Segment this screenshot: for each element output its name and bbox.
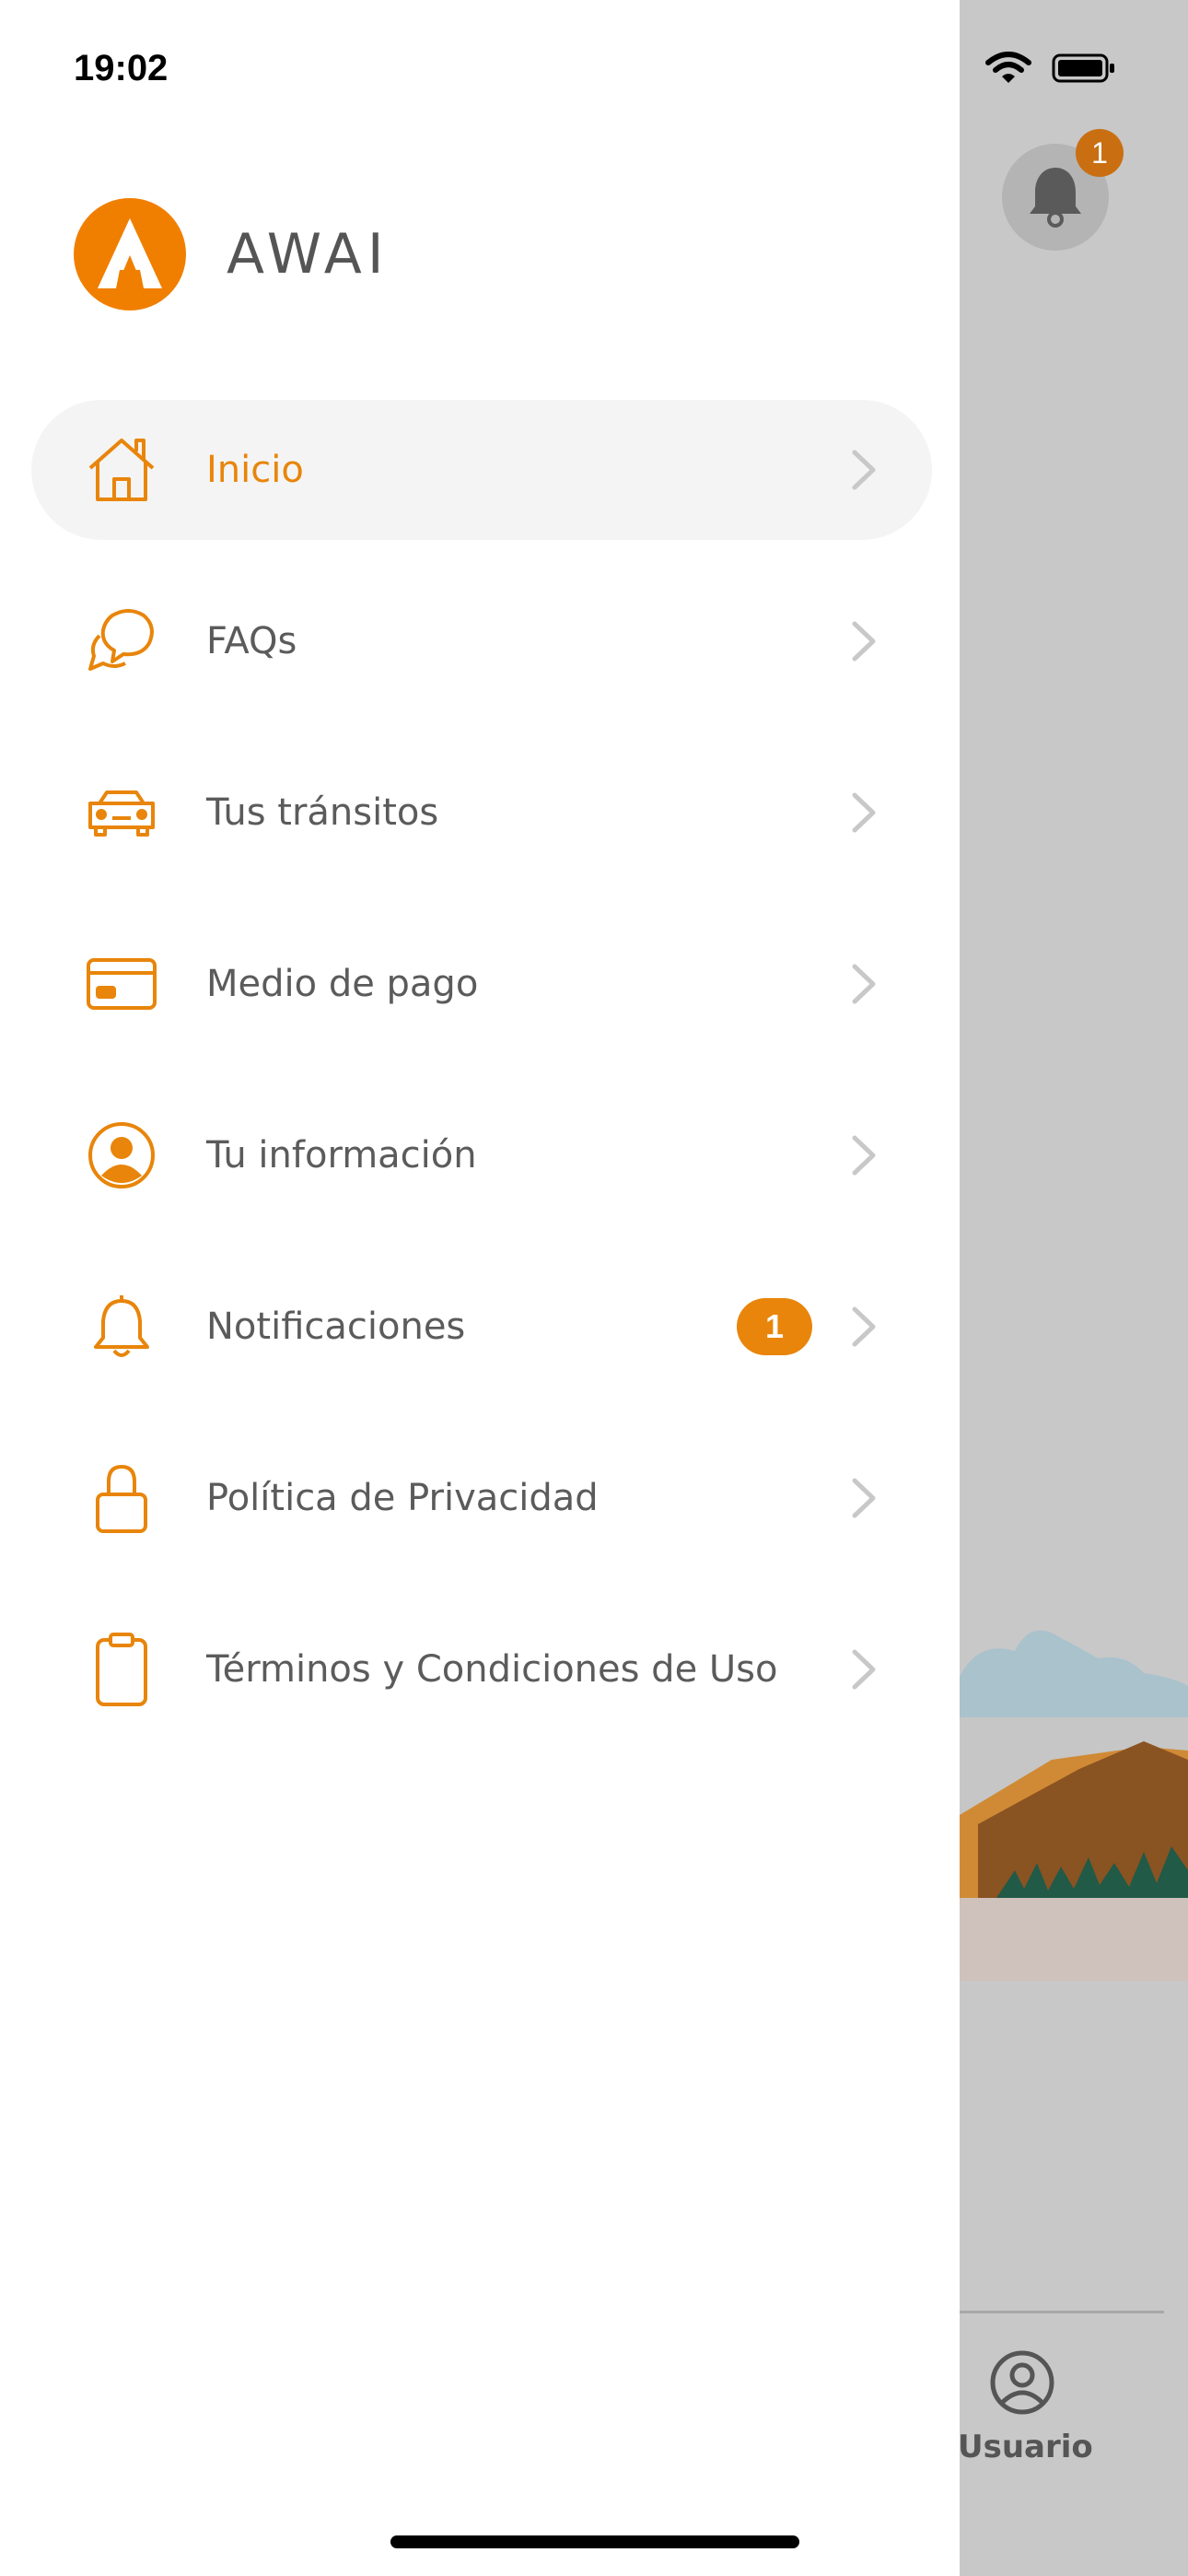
- user-circle-icon[interactable]: [987, 2348, 1057, 2418]
- bell-icon: [1030, 168, 1081, 228]
- chevron-right-icon: [852, 1135, 876, 1176]
- side-drawer: AWAI Inicio FAQs Tus tránsitos Medio de …: [0, 0, 960, 2576]
- credit-card-icon: [85, 947, 158, 1021]
- bell-icon: [85, 1290, 158, 1364]
- menu-item-tu-informacion[interactable]: Tu información: [31, 1085, 932, 1225]
- notification-count-badge: 1: [737, 1298, 812, 1355]
- chevron-right-icon: [852, 450, 876, 490]
- brand-name: AWAI: [227, 222, 390, 287]
- menu-label: Tu información: [206, 1134, 477, 1177]
- menu-item-medio-de-pago[interactable]: Medio de pago: [31, 914, 932, 1054]
- drawer-menu: Inicio FAQs Tus tránsitos Medio de pago …: [31, 400, 932, 1771]
- chevron-right-icon: [852, 1306, 876, 1347]
- menu-label: Inicio: [206, 449, 304, 491]
- user-circle-icon: [85, 1118, 158, 1192]
- chevron-right-icon: [852, 621, 876, 662]
- menu-label: Política de Privacidad: [206, 1477, 599, 1519]
- menu-label: Tus tránsitos: [206, 791, 439, 834]
- menu-item-terminos-condiciones[interactable]: Términos y Condiciones de Uso: [31, 1599, 932, 1739]
- tab-user-label[interactable]: Usuario: [958, 2429, 1093, 2465]
- menu-label: Términos y Condiciones de Uso: [206, 1648, 778, 1691]
- chevron-right-icon: [852, 1649, 876, 1690]
- chevron-right-icon: [852, 792, 876, 833]
- status-bar: 19:02: [0, 0, 1188, 138]
- battery-icon: [1052, 53, 1114, 83]
- chevron-right-icon: [852, 964, 876, 1004]
- menu-label: Medio de pago: [206, 963, 479, 1005]
- awai-logo: [74, 198, 186, 310]
- menu-item-faqs[interactable]: FAQs: [31, 571, 932, 711]
- lock-icon: [85, 1461, 158, 1535]
- clipboard-icon: [85, 1633, 158, 1706]
- menu-label: Notificaciones: [206, 1306, 466, 1348]
- home-indicator[interactable]: [390, 2535, 799, 2548]
- landscape-illustration: [960, 1630, 1188, 1981]
- menu-item-inicio[interactable]: Inicio: [31, 400, 932, 540]
- chevron-right-icon: [852, 1478, 876, 1518]
- menu-label: FAQs: [206, 620, 297, 662]
- brand-header: AWAI: [74, 197, 390, 311]
- menu-item-transitos[interactable]: Tus tránsitos: [31, 743, 932, 883]
- menu-item-notificaciones[interactable]: Notificaciones 1: [31, 1257, 932, 1397]
- wifi-icon: [985, 52, 1031, 83]
- chat-bubbles-icon: [85, 604, 158, 678]
- home-icon: [85, 433, 158, 507]
- car-icon: [85, 776, 158, 849]
- tab-bar-divider: [960, 2311, 1164, 2313]
- menu-item-politica-privacidad[interactable]: Política de Privacidad: [31, 1428, 932, 1568]
- status-time: 19:02: [74, 48, 169, 88]
